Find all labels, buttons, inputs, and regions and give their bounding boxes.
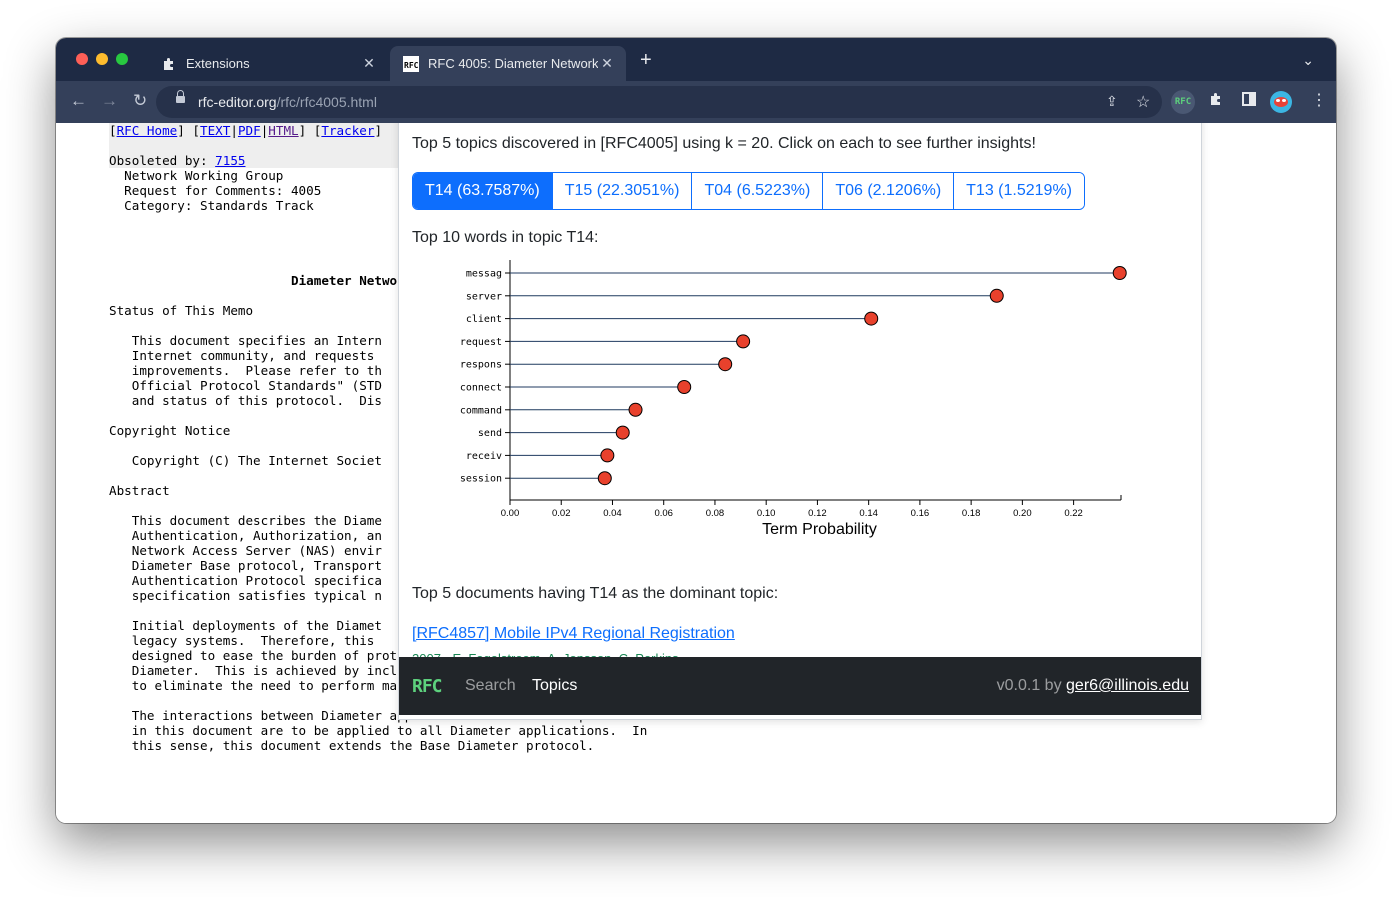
close-icon[interactable]: ✕ bbox=[360, 55, 378, 72]
close-window-button[interactable] bbox=[76, 53, 88, 65]
topics-intro: Top 5 topics discovered in [RFC4005] usi… bbox=[412, 135, 1036, 152]
tab-bar: Extensions ✕ RFC RFC 4005: Diameter Netw… bbox=[56, 38, 1336, 81]
zoom-window-button[interactable] bbox=[116, 53, 128, 65]
lollipop-dot bbox=[718, 357, 733, 372]
x-tick-label: 0.22 bbox=[1064, 508, 1083, 519]
topic-tab-t06[interactable]: T06 (2.1206%) bbox=[822, 173, 954, 209]
y-tick-label: send bbox=[478, 428, 502, 439]
y-tick-label: connect bbox=[460, 383, 502, 394]
obsoleted-label: Obsoleted by: bbox=[109, 153, 216, 168]
term-probability-chart: 0.00 0.02 0.04 0.06 0.08 0.10 0.12 0.14 0.16 0.18… bbox=[460, 260, 1127, 538]
close-icon[interactable]: ✕ bbox=[598, 55, 616, 72]
chevron-down-icon[interactable]: ⌄ bbox=[1302, 52, 1314, 69]
more-menu-icon[interactable]: ⋮ bbox=[1311, 90, 1327, 110]
nav-link-tracker[interactable]: Tracker bbox=[321, 123, 374, 138]
address-bar[interactable]: rfc-editor.org/rfc/rfc4005.html ⇪ ☆ bbox=[156, 86, 1162, 118]
x-tick-label: 0.08 bbox=[706, 508, 725, 519]
top-words-title: Top 10 words in topic T14: bbox=[412, 229, 599, 246]
x-axis-label: Term Probability bbox=[762, 521, 877, 538]
lollipop-dot bbox=[1112, 266, 1127, 280]
topic-tabs: T14 (63.7587%) T15 (22.3051%) T04 (6.522… bbox=[412, 172, 1085, 210]
x-tick-label: 0.06 bbox=[654, 508, 673, 519]
topic-tab-t14[interactable]: T14 (63.7587%) bbox=[413, 173, 552, 209]
author-email-link[interactable]: ger6@illinois.edu bbox=[1066, 677, 1189, 694]
back-arrow-icon[interactable]: ← bbox=[70, 91, 87, 111]
lollipop-dot bbox=[628, 402, 643, 417]
lollipop-dot bbox=[615, 425, 630, 440]
extensions-puzzle-icon[interactable] bbox=[1209, 92, 1223, 109]
tab-extensions[interactable]: Extensions ✕ bbox=[148, 46, 388, 81]
lollipop-dot bbox=[736, 334, 751, 349]
x-tick-label: 0.14 bbox=[859, 508, 878, 519]
y-tick-label: receiv bbox=[466, 451, 502, 462]
y-tick-label: request bbox=[460, 337, 502, 348]
lollipop-dot bbox=[677, 380, 692, 394]
obsoleted-link[interactable]: 7155 bbox=[215, 153, 245, 168]
share-icon[interactable]: ⇪ bbox=[1106, 93, 1118, 110]
forward-arrow-icon[interactable]: → bbox=[101, 91, 118, 111]
x-tick-label: 0.16 bbox=[911, 508, 930, 519]
doc-header-line: Network Working Group bbox=[109, 168, 284, 183]
profile-avatar[interactable] bbox=[1270, 91, 1292, 113]
brand-logo[interactable]: RFC bbox=[412, 676, 442, 697]
lollipop-dot bbox=[989, 288, 1004, 303]
lollipop-dot bbox=[864, 311, 879, 326]
page-content: [RFC Home] [TEXT|PDF|HTML] [Tracker] Obs… bbox=[56, 123, 1336, 823]
doc-header-line: Category: Standards Track bbox=[109, 198, 314, 213]
tab-title: RFC 4005: Diameter Network bbox=[428, 56, 598, 71]
browser-window: Extensions ✕ RFC RFC 4005: Diameter Netw… bbox=[56, 38, 1336, 823]
popup-footer: RFC Search Topics v0.0.1 by ger6@illinoi… bbox=[399, 657, 1201, 715]
url-text[interactable]: rfc-editor.org/rfc/rfc4005.html bbox=[198, 94, 377, 110]
top-documents-title: Top 5 documents having T14 as the domina… bbox=[412, 585, 779, 602]
x-tick-label: 0.04 bbox=[603, 508, 622, 519]
lollipop-dot bbox=[600, 448, 615, 463]
topics-popup: Top 5 topics discovered in [RFC4005] usi… bbox=[398, 123, 1202, 720]
star-icon[interactable]: ☆ bbox=[1136, 92, 1150, 112]
y-tick-label: client bbox=[466, 314, 502, 325]
nav-link-text[interactable]: TEXT bbox=[200, 123, 230, 138]
nav-link-rfc-home[interactable]: RFC Home bbox=[117, 123, 178, 138]
side-panel-icon[interactable] bbox=[1242, 92, 1256, 109]
y-tick-label: session bbox=[460, 474, 502, 485]
y-tick-label: respons bbox=[460, 360, 502, 371]
nav-topics-link[interactable]: Topics bbox=[532, 677, 577, 695]
x-tick-label: 0.12 bbox=[808, 508, 827, 519]
toolbar: ← → ↻ rfc-editor.org/rfc/rfc4005.html ⇪ … bbox=[56, 81, 1336, 123]
x-tick-label: 0.00 bbox=[501, 508, 520, 519]
y-tick-label: command bbox=[460, 405, 502, 416]
x-tick-label: 0.20 bbox=[1013, 508, 1031, 519]
x-tick-label: 0.02 bbox=[552, 508, 571, 519]
nav-link-html[interactable]: HTML bbox=[268, 123, 298, 138]
footer-credit: v0.0.1 by ger6@illinois.edu bbox=[996, 677, 1189, 694]
tab-rfc4005[interactable]: RFC RFC 4005: Diameter Network ✕ bbox=[390, 46, 626, 81]
lock-icon bbox=[176, 90, 185, 103]
topic-tab-t13[interactable]: T13 (1.5219%) bbox=[953, 173, 1084, 209]
tab-title: Extensions bbox=[186, 56, 250, 71]
doc-header-line: Request for Comments: 4005 bbox=[109, 183, 322, 198]
nav-link-pdf[interactable]: PDF bbox=[238, 123, 261, 138]
rfc-extension-icon[interactable]: RFC bbox=[1171, 90, 1195, 114]
minimize-window-button[interactable] bbox=[96, 53, 108, 65]
x-tick-label: 0.10 bbox=[757, 508, 776, 519]
lollipop-dot bbox=[597, 471, 612, 486]
rfc-favicon: RFC bbox=[403, 55, 419, 72]
nav-search-link[interactable]: Search bbox=[465, 677, 516, 695]
reload-icon[interactable]: ↻ bbox=[133, 91, 147, 111]
svg-text:RFC: RFC bbox=[404, 61, 419, 70]
y-tick-label: server bbox=[466, 291, 502, 302]
y-tick-label: messag bbox=[466, 269, 502, 280]
new-tab-button[interactable]: + bbox=[640, 50, 652, 70]
x-tick-label: 0.18 bbox=[962, 508, 981, 519]
puzzle-icon bbox=[161, 56, 177, 72]
topic-tab-t15[interactable]: T15 (22.3051%) bbox=[551, 173, 692, 209]
topic-tab-t04[interactable]: T04 (6.5223%) bbox=[691, 173, 823, 209]
document-link-rfc4857[interactable]: [RFC4857] Mobile IPv4 Regional Registrat… bbox=[412, 625, 735, 643]
